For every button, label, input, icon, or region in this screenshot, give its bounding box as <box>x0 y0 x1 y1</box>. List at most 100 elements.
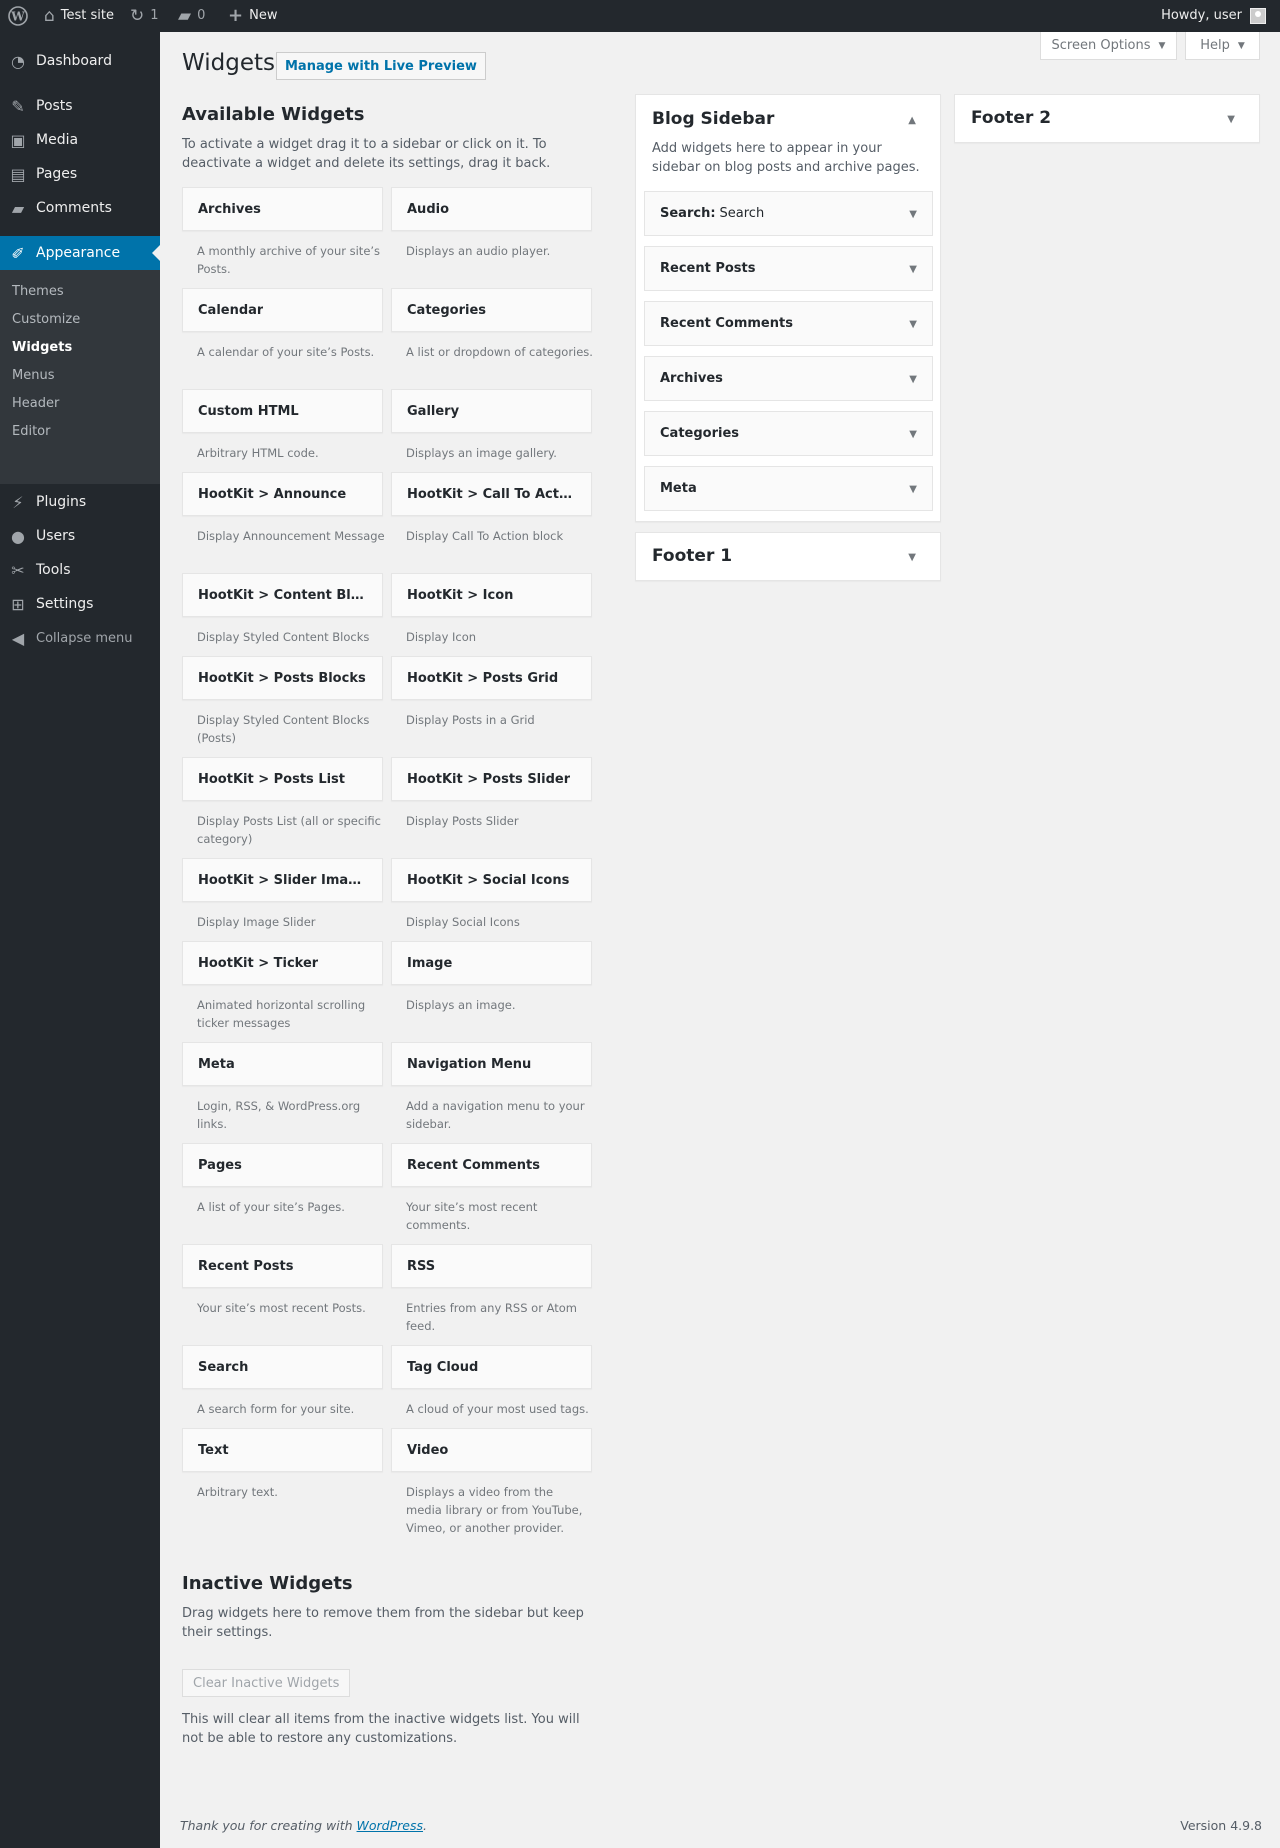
wordpress-logo-icon[interactable]: W <box>8 0 28 32</box>
widget-description: Display Posts Slider <box>406 814 519 828</box>
widget-description: A cloud of your most used tags. <box>406 1402 589 1416</box>
sidebar-widget[interactable]: Categories ▼ <box>644 411 933 456</box>
widget-card[interactable]: Meta <box>182 1042 383 1086</box>
screen-options-button[interactable]: Screen Options ▼ <box>1040 32 1177 60</box>
user-icon: ● <box>11 526 25 546</box>
widget-card[interactable]: Audio <box>391 187 592 231</box>
widget-card[interactable]: Video <box>391 1428 592 1472</box>
widget-card[interactable]: Gallery <box>391 389 592 433</box>
sidebar-widget-name: Meta <box>660 481 697 496</box>
wordpress-link[interactable]: WordPress <box>357 1818 423 1833</box>
widget-card[interactable]: Text <box>182 1428 383 1472</box>
sidebar-widget[interactable]: Recent Comments ▼ <box>644 301 933 346</box>
my-account-link[interactable]: Howdy, user <box>1161 0 1266 32</box>
widget-card[interactable]: HootKit > Social Icons <box>391 858 592 902</box>
sidebar-widget-instance-title: Search <box>719 206 765 221</box>
widget-card[interactable]: Categories <box>391 288 592 332</box>
caret-down-icon[interactable]: ▼ <box>909 209 917 220</box>
clear-inactive-widgets-button[interactable]: Clear Inactive Widgets <box>182 1669 351 1697</box>
widget-description: Animated horizontal scrolling ticker mes… <box>197 998 366 1030</box>
widget-title: Audio <box>407 201 450 217</box>
site-name-link[interactable]: ⌂ Test site <box>44 0 114 32</box>
widget-title: Recent Comments <box>407 1157 540 1173</box>
menu-item-pages[interactable]: ▤ Pages <box>0 157 160 191</box>
submenu-item-header[interactable]: Header <box>12 392 59 416</box>
submenu-item-customize[interactable]: Customize <box>12 308 80 332</box>
footer1-sidebar-panel[interactable]: Footer 1 ▼ <box>635 532 941 581</box>
submenu-item-widgets[interactable]: Widgets <box>12 336 72 360</box>
caret-down-icon[interactable]: ▼ <box>909 374 917 385</box>
caret-down-icon[interactable]: ▼ <box>909 429 917 440</box>
widget-card[interactable]: Search <box>182 1345 383 1389</box>
widget-card[interactable]: HootKit > Content Bloc... <box>182 573 383 617</box>
widget-description: Arbitrary HTML code. <box>197 446 319 460</box>
widget-card[interactable]: Recent Comments <box>391 1143 592 1187</box>
widget-title: HootKit > Posts Grid <box>407 670 559 686</box>
widget-description: Display Icon <box>406 630 477 644</box>
menu-item-settings[interactable]: ⊞ Settings <box>0 587 160 621</box>
plus-icon: + <box>228 5 244 26</box>
page-title: Widgets <box>182 50 275 76</box>
caret-up-icon[interactable]: ▲ <box>908 115 916 126</box>
widget-card[interactable]: Pages <box>182 1143 383 1187</box>
widget-title: HootKit > Call To Action <box>407 486 576 502</box>
widget-card[interactable]: Tag Cloud <box>391 1345 592 1389</box>
widget-description: A monthly archive of your site’s Posts. <box>197 244 381 276</box>
widget-description: Display Posts List (all or specific cate… <box>197 814 381 846</box>
menu-item-comments[interactable]: ▰ Comments <box>0 191 160 225</box>
widget-card[interactable]: Custom HTML <box>182 389 383 433</box>
sidebar-widget[interactable]: Archives ▼ <box>644 356 933 401</box>
menu-item-dashboard[interactable]: ◔ Dashboard <box>0 44 160 78</box>
updates-link[interactable]: ↻ 1 <box>130 0 159 32</box>
caret-down-icon[interactable]: ▼ <box>909 264 917 275</box>
widget-card[interactable]: Recent Posts <box>182 1244 383 1288</box>
blog-sidebar-panel: Blog Sidebar ▲ Add widgets here to appea… <box>635 94 941 522</box>
available-widgets-description: To activate a widget drag it to a sideba… <box>182 137 551 171</box>
paintbrush-icon: ✐ <box>11 243 25 263</box>
widget-card[interactable]: HootKit > Announce <box>182 472 383 516</box>
menu-item-users[interactable]: ● Users <box>0 519 160 553</box>
widget-card[interactable]: HootKit > Posts Blocks <box>182 656 383 700</box>
widget-card[interactable]: HootKit > Posts List <box>182 757 383 801</box>
widget-card[interactable]: HootKit > Slider Images <box>182 858 383 902</box>
caret-down-icon[interactable]: ▼ <box>908 552 916 563</box>
caret-down-icon[interactable]: ▼ <box>909 319 917 330</box>
menu-item-media[interactable]: ▣ Media <box>0 123 160 157</box>
footer2-sidebar-panel[interactable]: Footer 2 ▼ <box>954 94 1260 143</box>
inactive-widgets-description: Drag widgets here to remove them from th… <box>182 1606 584 1640</box>
live-preview-button[interactable]: Manage with Live Preview <box>276 52 486 80</box>
widget-description: Display Posts in a Grid <box>406 713 535 727</box>
caret-down-icon[interactable]: ▼ <box>909 484 917 495</box>
widget-card[interactable]: Calendar <box>182 288 383 332</box>
submenu-item-themes[interactable]: Themes <box>12 280 64 304</box>
widget-card[interactable]: HootKit > Posts Grid <box>391 656 592 700</box>
widget-card[interactable]: Navigation Menu <box>391 1042 592 1086</box>
menu-item-appearance[interactable]: ✐ Appearance <box>0 236 160 270</box>
widget-card[interactable]: HootKit > Ticker <box>182 941 383 985</box>
blog-sidebar-title[interactable]: Blog Sidebar <box>652 109 774 129</box>
submenu-item-menus[interactable]: Menus <box>12 364 54 388</box>
caret-down-icon[interactable]: ▼ <box>1227 114 1235 125</box>
menu-item-plugins[interactable]: ⚡ Plugins <box>0 485 160 519</box>
new-content-link[interactable]: + New <box>228 0 277 32</box>
widget-title: Recent Posts <box>198 1258 294 1274</box>
widget-card[interactable]: HootKit > Icon <box>391 573 592 617</box>
caret-down-icon: ▼ <box>1237 40 1245 51</box>
widget-card[interactable]: HootKit > Posts Slider <box>391 757 592 801</box>
widget-description: Display Image Slider <box>197 915 316 929</box>
widget-card[interactable]: RSS <box>391 1244 592 1288</box>
sidebar-widget[interactable]: Recent Posts ▼ <box>644 246 933 291</box>
comments-link[interactable]: ▰ 0 <box>178 0 205 32</box>
sidebar-widget[interactable]: Meta ▼ <box>644 466 933 511</box>
widget-description: A search form for your site. <box>197 1402 355 1416</box>
widget-card[interactable]: Image <box>391 941 592 985</box>
menu-item-tools[interactable]: ✂ Tools <box>0 553 160 587</box>
widget-card[interactable]: HootKit > Call To Action <box>391 472 592 516</box>
plugin-icon: ⚡ <box>12 492 24 512</box>
menu-item-posts[interactable]: ✎ Posts <box>0 89 160 123</box>
collapse-menu-button[interactable]: ◀ Collapse menu <box>0 621 160 655</box>
widget-card[interactable]: Archives <box>182 187 383 231</box>
submenu-item-editor[interactable]: Editor <box>12 420 50 444</box>
sidebar-widget[interactable]: Search: Search ▼ <box>644 191 933 236</box>
help-button[interactable]: Help ▼ <box>1185 32 1260 60</box>
